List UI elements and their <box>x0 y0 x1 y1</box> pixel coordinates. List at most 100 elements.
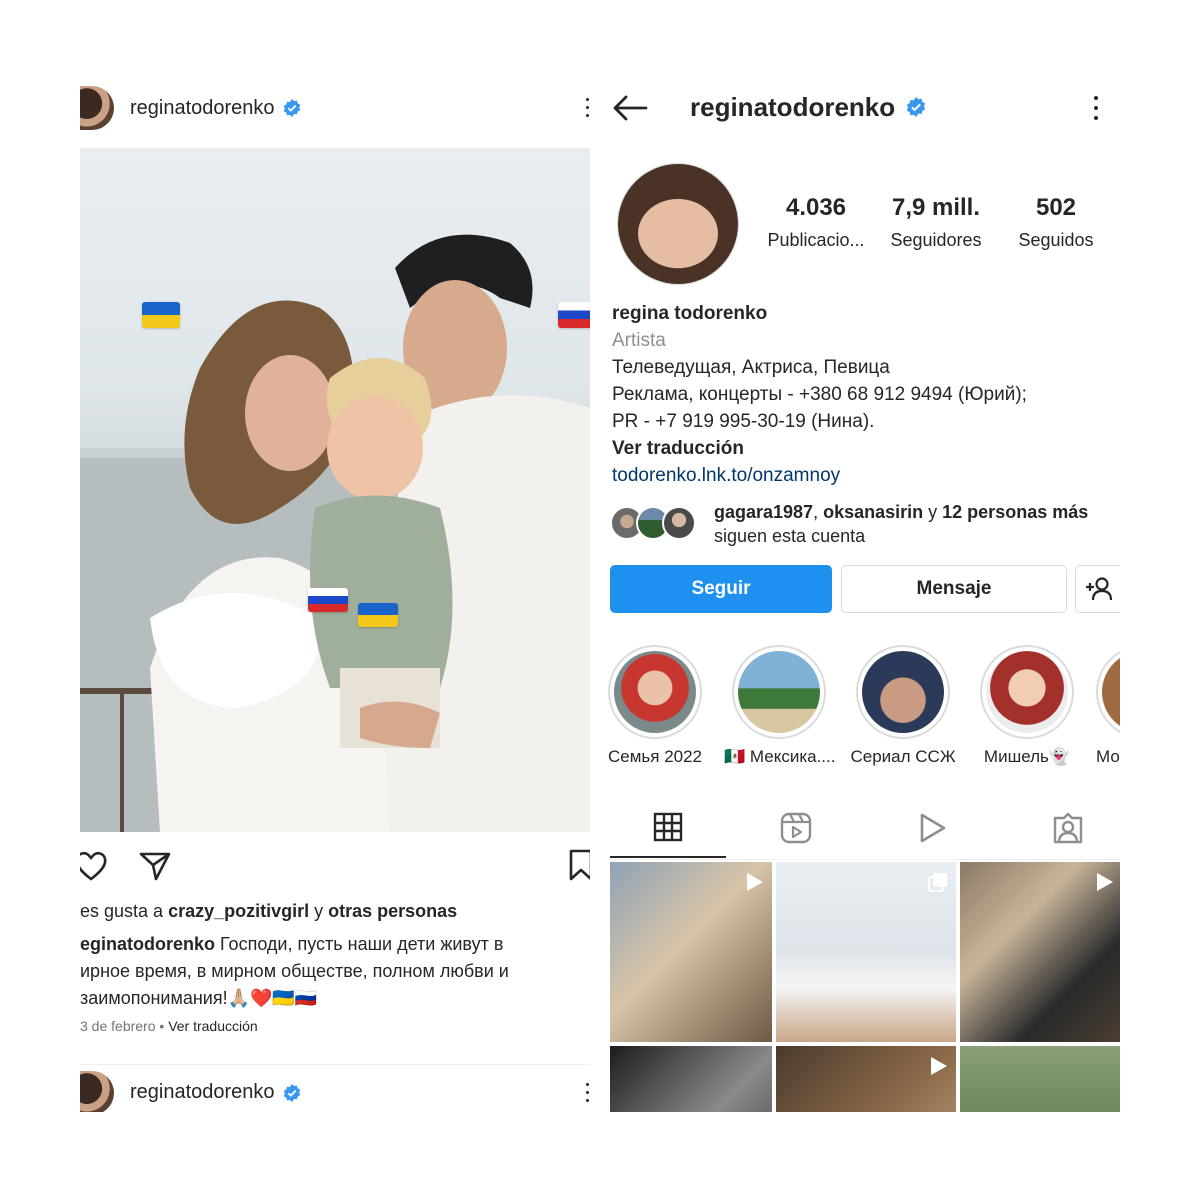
caption-line-2: ирное время, в мирном обществе, полном л… <box>80 961 509 981</box>
caption-line-3: заимопонимания!🙏🏼❤️🇺🇦🇷🇺 <box>80 988 318 1008</box>
likes-line: es gusta a crazy_pozitivgirl y otras per… <box>80 898 590 925</box>
next-post-avatar[interactable] <box>80 1070 114 1112</box>
highlight-item[interactable]: Мо <box>1096 645 1120 767</box>
highlight-item[interactable]: Сериал ССЖ <box>848 645 958 767</box>
caption-username[interactable]: eginatodorenko <box>80 934 215 954</box>
post-username[interactable]: reginatodorenko <box>130 97 275 120</box>
likes-user[interactable]: crazy_pozitivgirl <box>168 901 309 921</box>
bio-translate-link[interactable]: Ver traducción <box>612 435 1120 462</box>
highlight-label: Сериал ССЖ <box>850 747 956 766</box>
meta-separator: • <box>155 1018 169 1034</box>
bookmark-icon[interactable] <box>566 848 590 882</box>
stat-following-label: Seguidos <box>1018 230 1094 250</box>
grid-post[interactable] <box>610 862 772 1042</box>
post-header: reginatodorenko <box>80 80 590 136</box>
carousel-overlay-icon <box>928 873 947 892</box>
heart-icon[interactable] <box>80 850 108 882</box>
russia-flag-icon <box>308 588 348 612</box>
grid-post[interactable] <box>960 1046 1120 1112</box>
stat-posts-label: Publicacio... <box>767 230 865 250</box>
post-panel: reginatodorenko es gusta a crazy_pozitiv… <box>80 80 590 1112</box>
profile-tabs <box>610 798 1120 860</box>
play-overlay-icon <box>931 1057 947 1075</box>
message-button[interactable]: Mensaje <box>841 565 1067 613</box>
suggest-people-button[interactable] <box>1075 565 1120 613</box>
profile-menu-icon[interactable] <box>1094 96 1098 126</box>
followed-by-user-2: oksanasirin <box>823 502 924 522</box>
grid-post[interactable] <box>960 862 1120 1042</box>
next-post-header: reginatodorenko <box>80 1064 590 1112</box>
profile-panel: reginatodorenko 4.036 Publicacio... 7,9 … <box>606 80 1120 1112</box>
highlight-item[interactable]: Мишель👻 <box>972 645 1082 767</box>
grid-icon <box>653 812 683 842</box>
highlight-item[interactable]: 🇲🇽 Мексика.... <box>724 645 834 767</box>
post-avatar[interactable] <box>80 86 114 130</box>
post-menu-icon[interactable] <box>586 98 590 118</box>
highlight-cover <box>614 651 696 733</box>
highlight-label: Семья 2022 <box>607 747 703 766</box>
translate-link[interactable]: Ver traducción <box>168 1018 258 1034</box>
likes-middle: y <box>309 901 329 921</box>
highlight-cover <box>738 651 820 733</box>
profile-avatar[interactable] <box>618 164 738 284</box>
tab-posts-grid[interactable] <box>610 798 726 858</box>
follow-button[interactable]: Seguir <box>610 565 832 613</box>
highlight-cover <box>986 651 1068 733</box>
add-person-icon <box>1086 577 1113 601</box>
followed-by-text: gagara1987, oksanasirin y 12 personas má… <box>714 500 1088 548</box>
highlight-cover <box>862 651 944 733</box>
profile-category: Artista <box>612 330 666 351</box>
next-post-username[interactable]: reginatodorenko <box>130 1081 275 1104</box>
reels-icon <box>780 812 812 844</box>
play-overlay-icon <box>1097 873 1113 891</box>
ukraine-flag-icon <box>358 603 398 627</box>
bio-line-3: PR - +7 919 995-30-19 (Нина). <box>612 411 875 432</box>
caption-line-1: Господи, пусть наши дети живут в <box>215 934 504 954</box>
family-photo-illustration <box>80 234 590 832</box>
verified-badge-icon <box>283 99 300 117</box>
stat-posts[interactable]: 4.036 Publicacio... <box>756 194 876 251</box>
post-meta: 3 de febrero • Ver traducción <box>80 1018 258 1034</box>
share-send-icon[interactable] <box>138 850 172 882</box>
tab-videos[interactable] <box>874 798 990 858</box>
bio-line-2: Реклама, концерты - +380 68 912 9494 (Юр… <box>612 384 1027 405</box>
profile-actions: Seguir Mensaje <box>610 565 1120 613</box>
likes-others[interactable]: otras personas <box>328 901 457 921</box>
verified-badge-icon <box>283 1083 300 1102</box>
stat-followers-label: Seguidores <box>890 230 982 250</box>
profile-topbar: reginatodorenko <box>606 80 1120 136</box>
bio-line-1: Телеведущая, Актриса, Певица <box>612 357 890 378</box>
grid-post[interactable] <box>610 1046 772 1112</box>
tab-reels[interactable] <box>738 798 854 858</box>
post-caption: es gusta a crazy_pozitivgirl y otras per… <box>80 898 590 1012</box>
highlight-label: 🇲🇽 Мексика.... <box>724 747 834 766</box>
grid-post[interactable] <box>776 1046 956 1112</box>
play-icon <box>920 813 946 843</box>
tagged-person-icon <box>1053 812 1083 844</box>
followed-by-sep-2: y <box>923 502 943 522</box>
post-date: 3 de febrero <box>80 1018 156 1034</box>
bio-external-link[interactable]: todorenko.lnk.to/onzamnoy <box>612 462 1120 489</box>
stat-followers-value: 7,9 mill. <box>891 194 981 221</box>
stat-followers[interactable]: 7,9 mill. Seguidores <box>876 194 996 251</box>
followed-by-user-1: gagara1987 <box>714 502 814 522</box>
stat-following-value: 502 <box>1035 194 1077 221</box>
follower-avatar <box>662 506 696 540</box>
followed-by[interactable]: gagara1987, oksanasirin y 12 personas má… <box>610 500 1120 550</box>
verified-badge-icon <box>906 97 926 117</box>
back-arrow-icon[interactable] <box>612 94 648 122</box>
story-highlights: Семья 2022 🇲🇽 Мексика.... Сериал ССЖ Миш… <box>606 645 1120 775</box>
next-post-menu-icon[interactable] <box>586 1083 590 1103</box>
followed-by-more: 12 personas más <box>942 502 1089 522</box>
highlight-item[interactable]: Семья 2022 <box>606 645 710 767</box>
profile-full-name: regina todorenko <box>612 303 768 324</box>
grid-post[interactable] <box>776 862 956 1042</box>
likes-prefix: es gusta a <box>80 901 169 921</box>
posts-grid <box>610 862 1120 1112</box>
post-photo[interactable] <box>80 148 590 832</box>
stat-following[interactable]: 502 Seguidos <box>996 194 1116 251</box>
tab-tagged[interactable] <box>1010 798 1120 858</box>
followed-by-line-2: siguen esta cuenta <box>714 526 866 546</box>
play-overlay-icon <box>747 873 763 891</box>
highlight-cover <box>1102 651 1120 733</box>
